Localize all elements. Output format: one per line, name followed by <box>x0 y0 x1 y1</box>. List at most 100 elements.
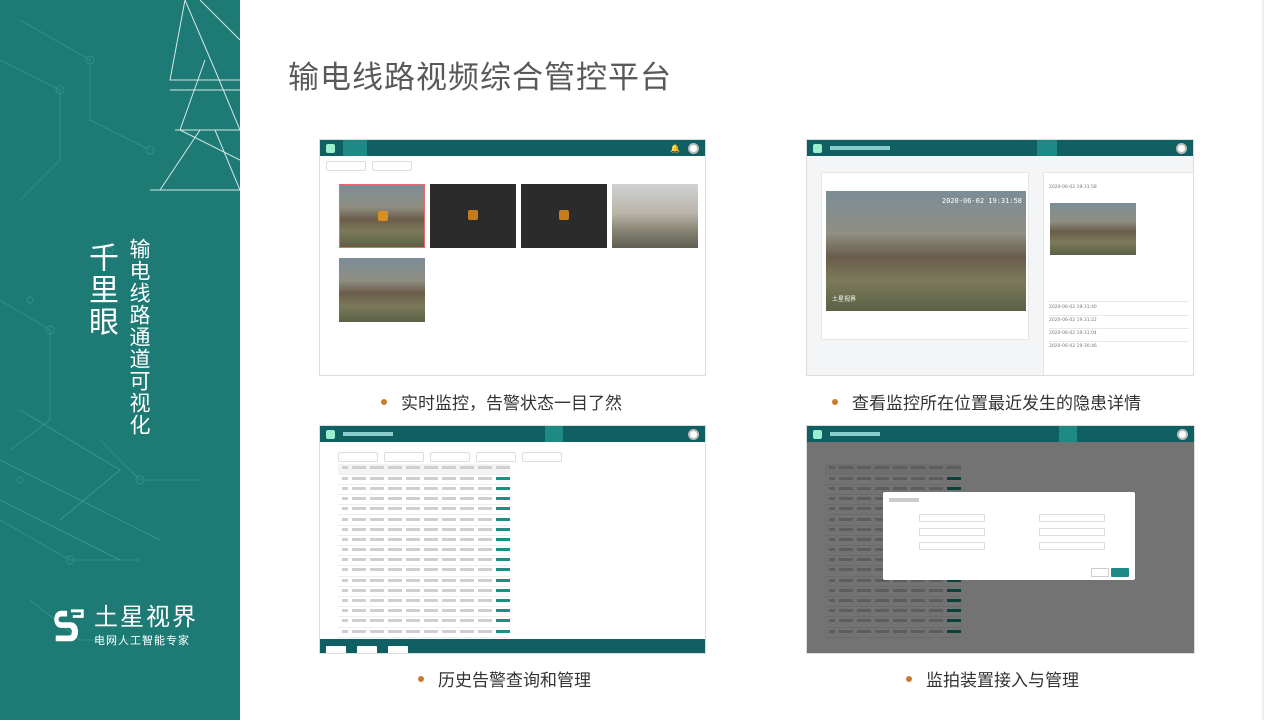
saturn-logo-icon <box>54 609 84 642</box>
tab-history[interactable] <box>519 426 537 442</box>
details-body: 2020-06-02 19:31:58 土星视界 2020-06-02 19:3… <box>807 156 1193 375</box>
line-select[interactable] <box>326 161 366 171</box>
tab-history[interactable] <box>1009 140 1029 156</box>
table-row[interactable] <box>338 484 510 496</box>
table-row[interactable] <box>338 555 510 567</box>
live-video-frame[interactable]: 2020-06-02 19:31:58 土星视界 <box>826 191 1026 311</box>
alarm-table <box>338 464 510 638</box>
event-time-5[interactable]: 2020-06-02 19:30:46 <box>1049 344 1097 349</box>
tab-realtime[interactable] <box>981 426 999 442</box>
table-cell <box>402 565 420 577</box>
table-row[interactable] <box>338 535 510 547</box>
table-cell <box>348 596 366 608</box>
camera-tile-3[interactable] <box>521 184 607 248</box>
table-cell <box>420 504 438 516</box>
app-logo-icon <box>813 429 822 439</box>
filter-1[interactable] <box>338 452 378 462</box>
camera-tile-2[interactable] <box>430 184 516 248</box>
table-cell <box>348 586 366 597</box>
table-cell <box>338 474 348 485</box>
table-cell <box>366 535 384 547</box>
dialog-field-4[interactable] <box>1039 528 1105 536</box>
event-time-3[interactable]: 2020-06-02 19:31:22 <box>1049 318 1097 323</box>
table-cell <box>474 484 492 496</box>
table-row[interactable] <box>338 514 510 526</box>
delete-button[interactable] <box>388 646 409 653</box>
avatar[interactable] <box>1176 142 1187 154</box>
tab-manage[interactable] <box>544 426 563 442</box>
table-row[interactable] <box>338 586 510 597</box>
batch-button[interactable] <box>357 646 378 653</box>
table-row[interactable] <box>338 464 510 475</box>
table-cell <box>420 535 438 547</box>
table-cell <box>420 627 438 638</box>
tab-manage[interactable] <box>405 140 427 156</box>
dialog-field-1[interactable] <box>919 514 985 522</box>
tab-manage[interactable] <box>1037 140 1057 156</box>
cancel-button[interactable] <box>1091 568 1109 577</box>
confirm-button[interactable] <box>1111 568 1129 577</box>
filter-5[interactable] <box>522 452 562 462</box>
table-cell <box>474 535 492 547</box>
tab-realtime[interactable] <box>343 140 367 156</box>
avatar[interactable] <box>688 428 699 440</box>
table-cell <box>338 616 348 628</box>
tab-device[interactable] <box>571 426 589 442</box>
dialog-field-6[interactable] <box>1039 542 1105 550</box>
event-time-4[interactable]: 2020-06-02 19:31:04 <box>1049 331 1097 336</box>
table-row[interactable] <box>338 616 510 628</box>
table-cell <box>438 504 456 516</box>
table-cell <box>474 586 492 597</box>
table-row[interactable] <box>338 504 510 516</box>
table-cell <box>402 576 420 587</box>
screenshot-device-management <box>806 425 1195 654</box>
dialog-field-3[interactable] <box>919 528 985 536</box>
dialog-field-5[interactable] <box>919 542 985 550</box>
table-row[interactable] <box>338 545 510 557</box>
table-cell <box>474 514 492 526</box>
tab-manage[interactable] <box>1033 426 1051 442</box>
bell-icon[interactable]: 🔔 <box>670 144 680 153</box>
table-cell <box>338 535 348 547</box>
table-row[interactable] <box>338 627 510 638</box>
tab-history[interactable] <box>375 140 397 156</box>
tab-realtime[interactable] <box>981 140 1001 156</box>
video-watermark: 土星视界 <box>832 296 857 303</box>
table-row[interactable] <box>338 576 510 587</box>
event-thumbnail[interactable] <box>1050 203 1136 255</box>
export-button[interactable] <box>326 646 346 653</box>
table-cell <box>438 514 456 526</box>
table-cell <box>366 464 384 475</box>
tab-history[interactable] <box>1007 426 1025 442</box>
camera-tile-5[interactable] <box>339 258 425 322</box>
avatar[interactable] <box>688 142 699 154</box>
table-cell <box>366 627 384 638</box>
tab-device[interactable] <box>1058 426 1077 442</box>
tab-device[interactable] <box>435 140 457 156</box>
tab-realtime[interactable] <box>493 426 511 442</box>
status-select[interactable] <box>372 161 412 171</box>
page-title: 输电线路视频综合管控平台 <box>288 60 672 96</box>
screenshot-realtime-monitoring: 🔔 <box>319 139 706 376</box>
table-cell <box>366 514 384 526</box>
table-row[interactable] <box>338 474 510 485</box>
filter-2[interactable] <box>384 452 424 462</box>
table-row[interactable] <box>338 525 510 536</box>
table-cell <box>492 464 510 475</box>
table-row[interactable] <box>338 606 510 618</box>
filter-4[interactable] <box>476 452 516 462</box>
slide: 千里眼 输电线路通道可视化 土星视界 电网人工智能专家 输电线路视频综合管控平台… <box>0 0 1280 720</box>
camera-tile-1[interactable] <box>339 184 425 248</box>
tab-device[interactable] <box>1065 140 1085 156</box>
table-row[interactable] <box>338 596 510 608</box>
table-cell <box>456 474 474 485</box>
camera-tile-4[interactable] <box>612 184 698 248</box>
event-time-2[interactable]: 2020-06-02 19:31:40 <box>1049 305 1097 310</box>
table-row[interactable] <box>338 494 510 506</box>
dialog-field-2[interactable] <box>1039 514 1105 522</box>
filter-3[interactable] <box>430 452 470 462</box>
screenshot-danger-details: 2020-06-02 19:31:58 土星视界 2020-06-02 19:3… <box>806 139 1194 376</box>
avatar[interactable] <box>1177 428 1188 440</box>
event-time-1[interactable]: 2020-06-02 19:31:58 <box>1049 185 1097 190</box>
table-row[interactable] <box>338 565 510 577</box>
